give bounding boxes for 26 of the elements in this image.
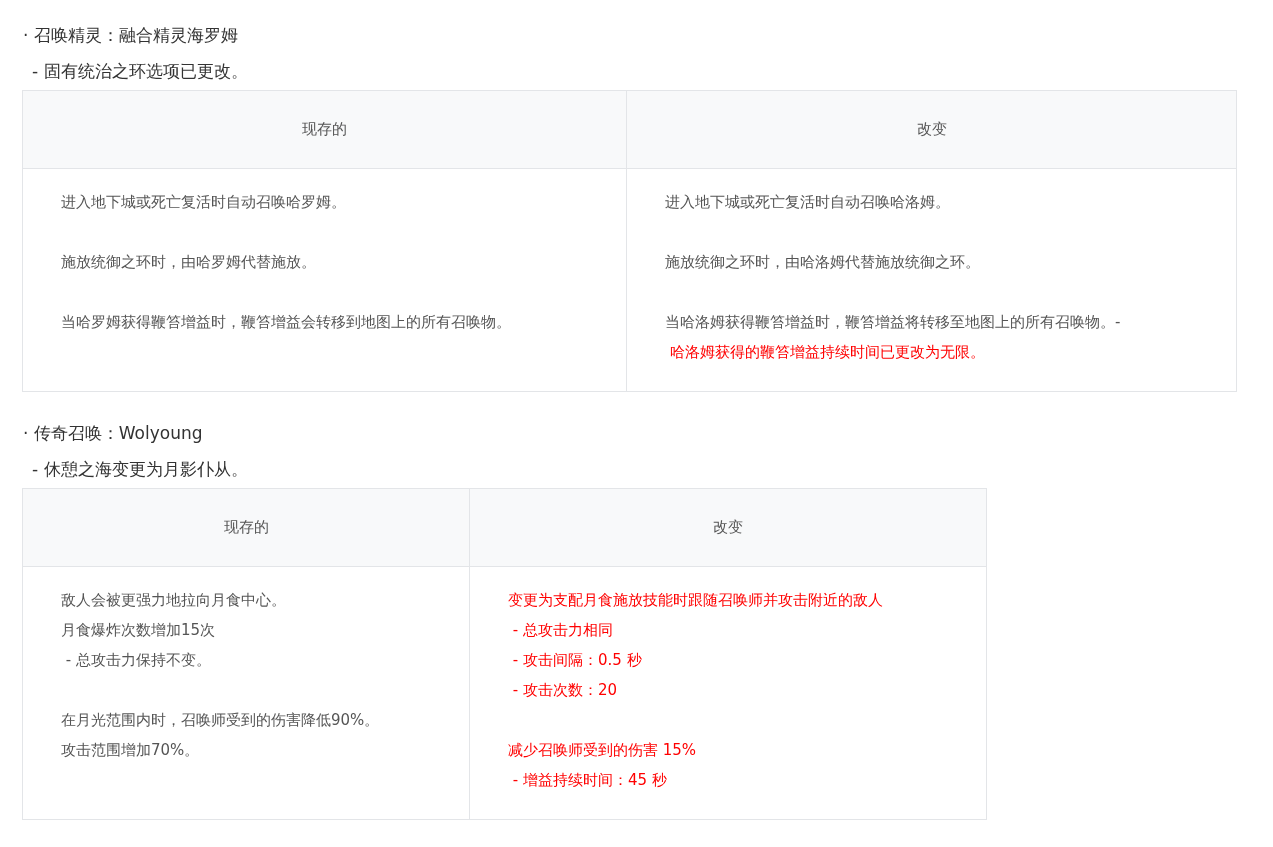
column-header: 改变 (626, 90, 1237, 169)
cell-text: - 增益持续时间：45 秒 (511, 770, 668, 791)
cell-text: 进入地下城或死亡复活时自动召唤哈洛姆。 (665, 192, 951, 213)
cell-text: 当哈罗姆获得鞭笞增益时，鞭笞增益会转移到地图上的所有召唤物。 (61, 312, 512, 333)
cell-text: 哈洛姆获得的鞭笞增益持续时间已更改为无限。 (668, 342, 986, 363)
section-title: · 召唤精灵：融合精灵海罗姆 (23, 24, 239, 47)
column-header: 现存的 (22, 488, 470, 567)
cell-text: 敌人会被更强力地拉向月食中心。 (61, 590, 287, 611)
cell-text: 在月光范围内时，召唤师受到的伤害降低90%。 (61, 710, 381, 731)
cell-text: - 总攻击力相同 (511, 620, 614, 641)
cell-text: 施放统御之环时，由哈罗姆代替施放。 (61, 252, 317, 273)
cell-text: 攻击范围增加70%。 (61, 740, 201, 761)
section-title: · 传奇召唤：Wolyoung (23, 422, 204, 445)
section-note: - 固有统治之环选项已更改。 (32, 60, 249, 83)
cell-text: - 攻击间隔：0.5 秒 (511, 650, 643, 671)
cell-text: 当哈洛姆获得鞭笞增益时，鞭笞增益将转移至地图上的所有召唤物。- (665, 312, 1122, 333)
cell-text: 减少召唤师受到的伤害 15% (508, 740, 698, 761)
column-header: 改变 (469, 488, 987, 567)
section-note: - 休憩之海变更为月影仆从。 (32, 458, 249, 481)
cell-text: 进入地下城或死亡复活时自动召唤哈罗姆。 (61, 192, 347, 213)
column-header: 现存的 (22, 90, 627, 169)
cell-text: - 攻击次数：20 (511, 680, 619, 701)
cell-text: 月食爆炸次数增加15次 (61, 620, 217, 641)
cell-text: - 总攻击力保持不变。 (64, 650, 212, 671)
cell-text: 变更为支配月食施放技能时跟随召唤师并攻击附近的敌人 (508, 590, 884, 611)
cell-text: 施放统御之环时，由哈洛姆代替施放统御之环。 (665, 252, 981, 273)
